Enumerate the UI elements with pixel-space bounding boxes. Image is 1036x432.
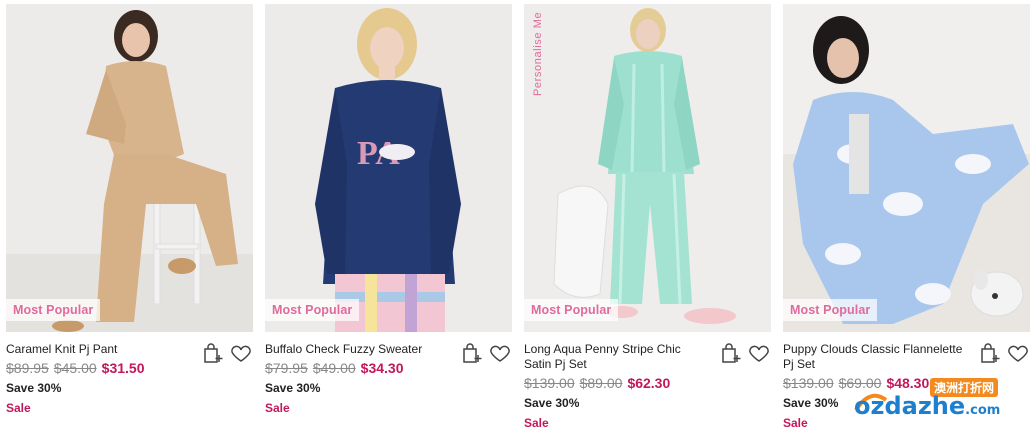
product-title[interactable]: Puppy Clouds Classic Flannelette Pj Set (783, 342, 963, 372)
shopping-bag-plus-icon[interactable] (719, 341, 743, 365)
save-percent: Save 30% (6, 381, 62, 395)
sale-price: $31.50 (101, 360, 145, 376)
product-image[interactable]: PA Most Popular (265, 4, 512, 332)
product-card[interactable]: Personalise Me Most Popular Long Aqua Pe… (524, 4, 771, 431)
price-row: $139.00 $89.00 $62.30 (524, 375, 771, 392)
site-watermark: 澳洲打折网 ozdazhe.com (844, 370, 1034, 430)
personalise-me-label[interactable]: Personalise Me (532, 12, 544, 102)
most-popular-badge: Most Popular (265, 299, 360, 321)
product-card[interactable]: Most Popular Puppy Clouds Classic Flanne… (783, 4, 1030, 431)
shopping-bag-plus-icon[interactable] (978, 341, 1002, 365)
sale-label: Sale (265, 401, 290, 415)
sale-price: $34.30 (360, 360, 404, 376)
heart-icon[interactable] (1006, 341, 1030, 365)
sale-price: $62.30 (627, 375, 671, 391)
original-price: $139.00 (783, 375, 834, 391)
product-image[interactable]: Most Popular (783, 4, 1030, 332)
product-image[interactable]: Personalise Me Most Popular (524, 4, 771, 332)
most-popular-badge: Most Popular (783, 299, 878, 321)
product-title[interactable]: Caramel Knit Pj Pant (6, 342, 186, 357)
original-price: $89.95 (6, 360, 49, 376)
heart-icon[interactable] (747, 341, 771, 365)
watermark-logo: ozdazhe.com (854, 392, 1001, 420)
previous-price: $89.00 (579, 375, 623, 391)
most-popular-badge: Most Popular (6, 299, 101, 321)
previous-price: $49.00 (312, 360, 356, 376)
shopping-bag-plus-icon[interactable] (201, 341, 225, 365)
shopping-bag-plus-icon[interactable] (460, 341, 484, 365)
product-title[interactable]: Long Aqua Penny Stripe Chic Satin Pj Set (524, 342, 704, 372)
product-image[interactable]: Most Popular (6, 4, 253, 332)
product-title[interactable]: Buffalo Check Fuzzy Sweater (265, 342, 445, 357)
most-popular-badge: Most Popular (524, 299, 619, 321)
product-card[interactable]: PA Most Popular Buffalo Check Fuzzy Swea… (265, 4, 512, 416)
product-grid: Most Popular Caramel Knit Pj Pant $89.95… (0, 0, 1036, 432)
heart-icon[interactable] (229, 341, 253, 365)
original-price: $139.00 (524, 375, 575, 391)
heart-icon[interactable] (488, 341, 512, 365)
product-card[interactable]: Most Popular Caramel Knit Pj Pant $89.95… (6, 4, 253, 416)
original-price: $79.95 (265, 360, 308, 376)
save-percent: Save 30% (524, 396, 580, 410)
sale-label: Sale (6, 401, 31, 415)
previous-price: $45.00 (53, 360, 97, 376)
save-percent: Save 30% (265, 381, 321, 395)
sale-label: Sale (524, 416, 549, 430)
